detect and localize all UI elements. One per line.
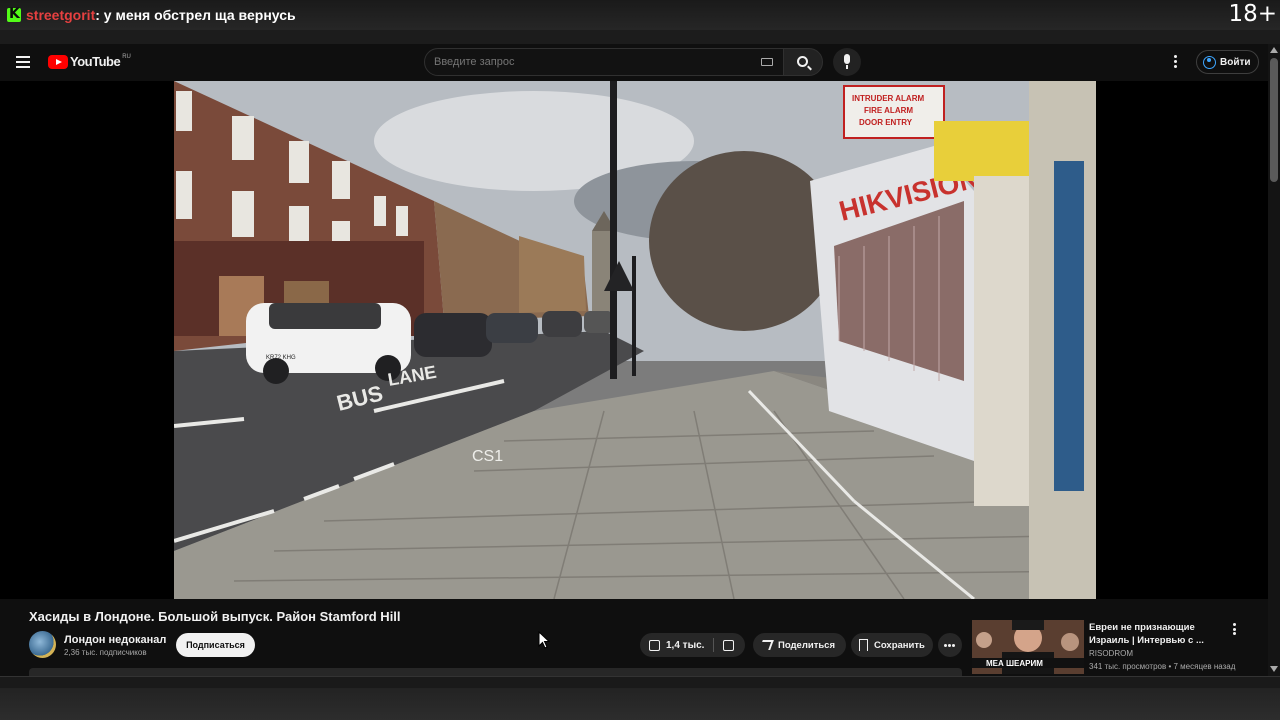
menu-icon[interactable]	[16, 56, 30, 68]
search-input[interactable]	[434, 56, 734, 68]
overlay-divider	[0, 30, 1280, 44]
like-button[interactable]: 1,4 тыс.	[640, 633, 712, 657]
dislike-button[interactable]	[714, 633, 745, 657]
share-label: Поделиться	[778, 639, 836, 651]
search-box[interactable]	[424, 48, 784, 76]
save-label: Сохранить	[874, 639, 925, 651]
more-actions-icon[interactable]	[938, 633, 962, 657]
cycle-marking: CS1	[472, 448, 503, 465]
recommended-channel-name[interactable]: RISODROM	[1089, 649, 1133, 658]
chat-message: : у меня обстрел ща вернусь	[95, 7, 296, 23]
subscribe-button[interactable]: Подписаться	[176, 633, 255, 657]
like-count: 1,4 тыс.	[666, 639, 705, 651]
youtube-wordmark: YouTube	[70, 54, 121, 69]
recommended-video-thumbnail[interactable]: МЕА ШЕАРИМ	[972, 620, 1084, 674]
share-icon	[759, 640, 774, 650]
youtube-play-icon	[48, 54, 68, 69]
video-player[interactable]: INTRUDER ALARM FIRE ALARM DOOR ENTRY HIK…	[0, 81, 1268, 599]
signin-button[interactable]: Войти	[1196, 50, 1259, 74]
voice-search-button[interactable]	[833, 48, 861, 76]
video-info-panel: Хасиды в Лондоне. Большой выпуск. Район …	[0, 599, 1268, 676]
bottom-divider	[0, 676, 1280, 688]
share-button[interactable]: Поделиться	[753, 633, 846, 657]
recommended-video-title[interactable]: Евреи не признающие Израиль | Интервью с…	[1089, 621, 1209, 647]
youtube-header: YouTube RU Войти	[0, 44, 1268, 81]
recommended-video-meta: 341 тыс. просмотров • 7 месяцев назад	[1089, 662, 1236, 671]
bottom-bar	[0, 688, 1280, 720]
search-button[interactable]	[783, 48, 823, 76]
bookmark-icon	[859, 639, 868, 651]
keyboard-icon[interactable]	[761, 58, 773, 66]
street-scene: INTRUDER ALARM FIRE ALARM DOOR ENTRY HIK…	[174, 81, 1096, 599]
settings-menu-icon[interactable]	[1174, 55, 1178, 69]
thumbs-up-icon	[649, 639, 660, 651]
youtube-logo[interactable]: YouTube RU	[48, 54, 131, 69]
thumbs-down-icon	[723, 640, 734, 651]
description-box-edge[interactable]	[29, 668, 962, 676]
thumbnail-caption: МЕА ШЕАРИМ	[986, 659, 1043, 668]
alarm-sign-line: INTRUDER ALARM	[852, 94, 924, 103]
chat-username: streetgorit	[26, 7, 96, 23]
video-title: Хасиды в Лондоне. Большой выпуск. Район …	[29, 609, 401, 624]
search-icon	[797, 56, 808, 67]
mouse-cursor-icon	[538, 631, 550, 649]
like-dislike-group: 1,4 тыс.	[640, 633, 745, 657]
scroll-thumb[interactable]	[1270, 58, 1278, 182]
account-icon	[1203, 55, 1216, 69]
license-plate: KR72 KHG	[266, 355, 296, 361]
scroll-up-arrow-icon[interactable]	[1270, 47, 1278, 53]
channel-avatar[interactable]	[29, 631, 56, 658]
region-code: RU	[122, 53, 131, 60]
age-rating-badge: 18+	[1228, 1, 1277, 27]
channel-name[interactable]: Лондон недоканал	[64, 634, 166, 646]
save-button[interactable]: Сохранить	[851, 633, 933, 657]
stream-chat-overlay: streetgorit : у меня обстрел ща вернусь …	[0, 0, 1280, 30]
thumbnail-image: МЕА ШЕАРИМ	[972, 620, 1084, 674]
page-scrollbar[interactable]	[1268, 44, 1280, 676]
alarm-sign-line: DOOR ENTRY	[859, 118, 913, 127]
scroll-down-arrow-icon[interactable]	[1270, 666, 1278, 672]
video-frame[interactable]: INTRUDER ALARM FIRE ALARM DOOR ENTRY HIK…	[174, 81, 1096, 599]
kick-logo-icon	[7, 6, 21, 22]
alarm-sign-line: FIRE ALARM	[864, 106, 913, 115]
recommended-menu-icon[interactable]	[1233, 623, 1237, 637]
subscriber-count: 2,36 тыс. подписчиков	[64, 648, 147, 657]
signin-label: Войти	[1220, 56, 1251, 68]
